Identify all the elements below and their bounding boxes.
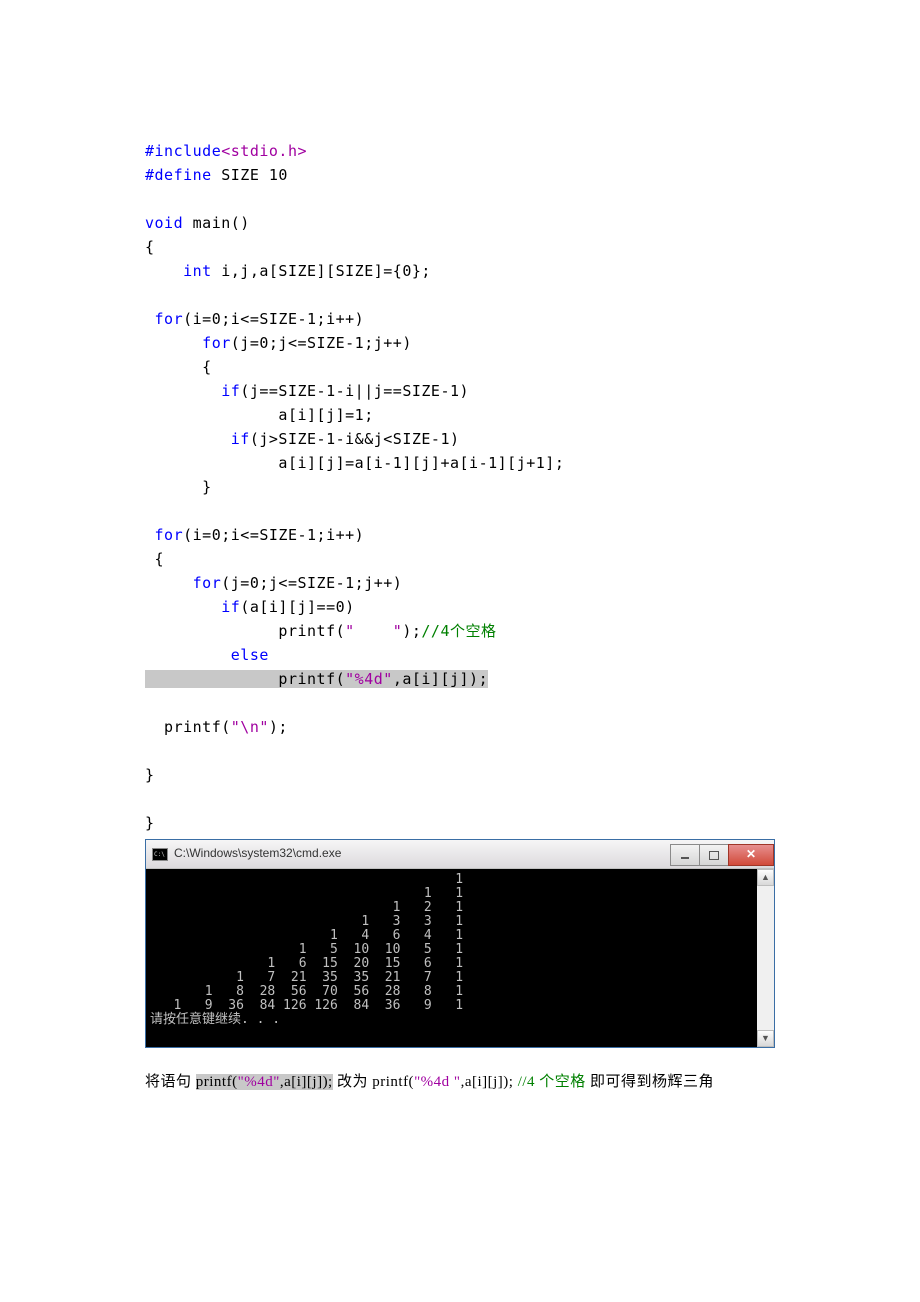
console-row: 1 9 36 84 126 126 84 36 9 1 — [150, 998, 463, 1013]
console-row: 1 — [150, 872, 463, 887]
cmd-icon — [152, 848, 168, 861]
console-row: 1 5 10 10 5 1 — [150, 942, 463, 957]
console-row: 1 2 1 — [150, 900, 463, 915]
code-keyword: for — [145, 310, 183, 328]
code-keyword: #define — [145, 166, 212, 184]
code-text: { — [145, 550, 164, 568]
code-keyword: if — [145, 382, 240, 400]
code-text: a[i][j]=1; — [145, 406, 374, 424]
code-text: printf( — [145, 718, 231, 736]
code-string: " " — [345, 622, 402, 640]
code-text: SIZE 10 — [212, 166, 288, 184]
code-keyword: for — [145, 526, 183, 544]
window-buttons — [671, 844, 774, 864]
footer-highlight: printf("%4d",a[i][j]); — [196, 1074, 333, 1090]
code-comment: //4个空格 — [421, 622, 496, 640]
footer-code: ,a[i][j]); — [280, 1074, 333, 1090]
cmd-window: C:\Windows\system32\cmd.exe 1 1 1 1 2 1 — [145, 839, 775, 1048]
console-row: 1 6 15 20 15 6 1 — [150, 956, 463, 971]
code-text: (j=0;j<=SIZE-1;j++) — [221, 574, 402, 592]
code-text: } — [145, 766, 155, 784]
code-text: printf( — [145, 622, 345, 640]
code-text: ,a[i][j]); — [393, 670, 488, 688]
code-text: } — [145, 814, 155, 832]
code-text: (j==SIZE-1-i||j==SIZE-1) — [240, 382, 469, 400]
footer-note: 将语句 printf("%4d",a[i][j]); 改为 printf("%4… — [145, 1070, 775, 1094]
scroll-down-button[interactable]: ▼ — [757, 1030, 774, 1047]
code-text: i,j,a[SIZE][SIZE]={0}; — [212, 262, 431, 280]
title-left: C:\Windows\system32\cmd.exe — [152, 844, 341, 863]
footer-string: "%4d " — [414, 1074, 461, 1090]
code-highlight: printf("%4d",a[i][j]); — [145, 670, 488, 688]
console-row: 1 4 6 4 1 — [150, 928, 463, 943]
code-text: ); — [402, 622, 421, 640]
footer-text: 将语句 — [145, 1074, 196, 1090]
code-text: a[i][j]=a[i-1][j]+a[i-1][j+1]; — [145, 454, 564, 472]
console-prompt: 请按任意键继续. . . — [150, 1012, 280, 1027]
console-row: 1 7 21 35 35 21 7 1 — [150, 970, 463, 985]
code-text: main() — [183, 214, 250, 232]
footer-text: 即可得到杨辉三角 — [586, 1074, 714, 1090]
code-keyword: if — [145, 598, 240, 616]
code-keyword: for — [145, 334, 231, 352]
footer-text: ,a[i][j]); — [461, 1074, 514, 1090]
code-keyword: #include — [145, 142, 221, 160]
code-text: { — [145, 238, 155, 256]
code-keyword: void — [145, 214, 183, 232]
footer-comment: //4 个空格 — [513, 1074, 585, 1090]
code-text: { — [145, 358, 212, 376]
minimize-button[interactable] — [670, 844, 700, 866]
code-text: (i=0;i<=SIZE-1;i++) — [183, 310, 364, 328]
code-text: (i=0;i<=SIZE-1;i++) — [183, 526, 364, 544]
console-wrap: 1 1 1 1 2 1 1 3 3 1 1 4 6 4 1 1 5 10 10 — [146, 869, 774, 1047]
console-row: 1 1 — [150, 886, 463, 901]
code-text: printf( — [145, 670, 345, 688]
footer-code: printf( — [196, 1074, 238, 1090]
code-text: (j>SIZE-1-i&&j<SIZE-1) — [250, 430, 460, 448]
footer-text: 改为 printf( — [333, 1074, 414, 1090]
console-row: 1 8 28 56 70 56 28 8 1 — [150, 984, 463, 999]
code-include-file: <stdio.h> — [221, 142, 307, 160]
scrollbar[interactable]: ▲ ▼ — [757, 869, 774, 1047]
code-block: #include<stdio.h> #define SIZE 10 void m… — [145, 115, 775, 835]
console-row: 1 3 3 1 — [150, 914, 463, 929]
maximize-button[interactable] — [699, 844, 729, 866]
code-text: (j=0;j<=SIZE-1;j++) — [231, 334, 412, 352]
code-string: "%4d" — [345, 670, 393, 688]
code-text: } — [145, 478, 212, 496]
close-button[interactable] — [728, 844, 774, 866]
code-keyword: if — [145, 430, 250, 448]
code-keyword: else — [145, 646, 269, 664]
window-title: C:\Windows\system32\cmd.exe — [174, 844, 341, 863]
titlebar[interactable]: C:\Windows\system32\cmd.exe — [146, 840, 774, 869]
console-output: 1 1 1 1 2 1 1 3 3 1 1 4 6 4 1 1 5 10 10 — [146, 869, 757, 1047]
code-keyword: for — [145, 574, 221, 592]
code-keyword: int — [145, 262, 212, 280]
code-text: (a[i][j]==0) — [240, 598, 354, 616]
code-text: ); — [269, 718, 288, 736]
document-page: #include<stdio.h> #define SIZE 10 void m… — [0, 0, 920, 1302]
footer-string: "%4d" — [238, 1074, 280, 1090]
scroll-up-button[interactable]: ▲ — [757, 869, 774, 886]
code-string: "\n" — [231, 718, 269, 736]
